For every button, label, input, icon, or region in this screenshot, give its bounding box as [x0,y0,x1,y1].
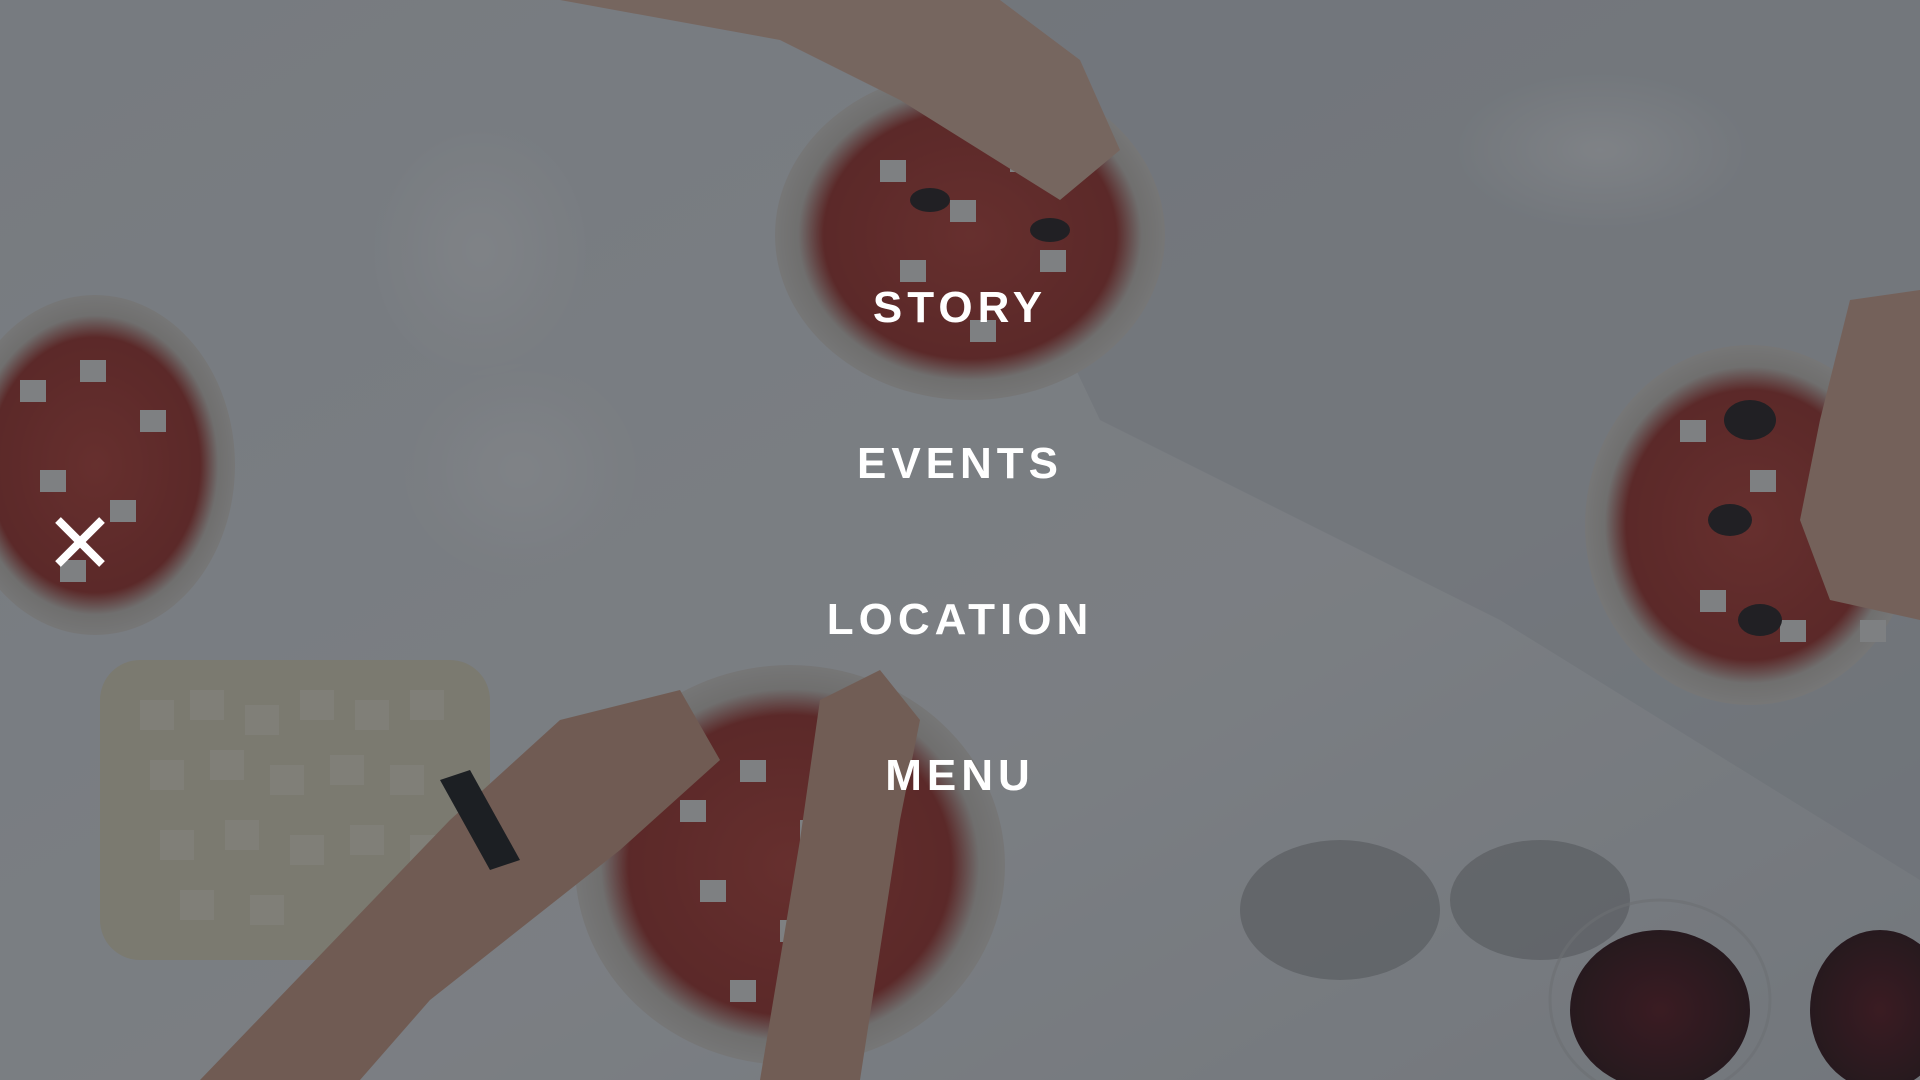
nav-item-location[interactable]: LOCATION [0,592,1920,648]
nav-item-events-label: EVENTS [856,439,1064,488]
nav-item-story-label: STORY [872,283,1048,332]
nav-item-menu[interactable]: MENU [0,748,1920,804]
close-menu-button[interactable] [50,512,110,572]
nav-item-menu-label: MENU [885,751,1035,800]
nav-item-events[interactable]: EVENTS [0,436,1920,492]
nav-item-location-label: LOCATION [826,595,1094,644]
nav-item-story[interactable]: STORY [0,280,1920,336]
close-icon [55,517,105,567]
main-navigation: STORY EVENTS LOCATION MENU [0,0,1920,1080]
menu-overlay-page: STORY EVENTS LOCATION MENU [0,0,1920,1080]
